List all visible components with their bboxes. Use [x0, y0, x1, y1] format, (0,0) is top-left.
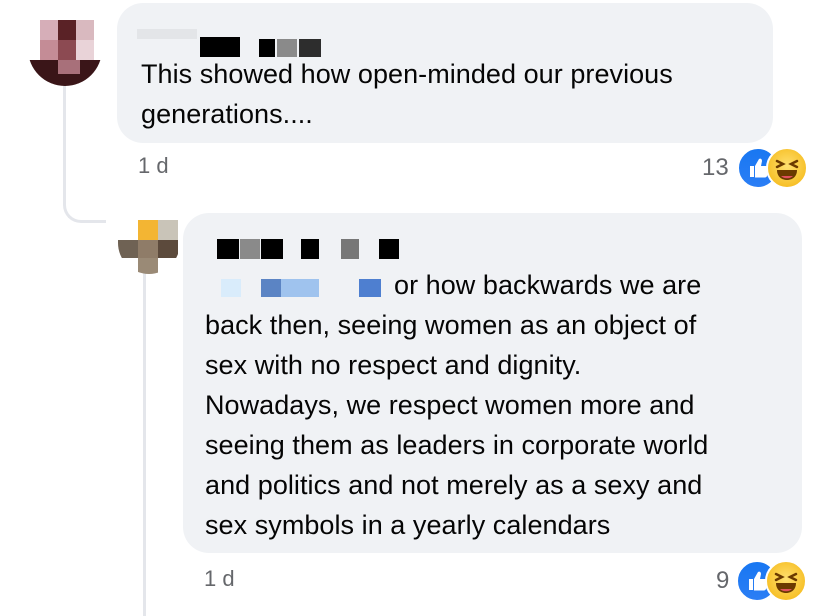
avatar-pixel: [138, 258, 158, 274]
author-name-redacted[interactable]: [379, 239, 399, 259]
avatar-pixel: [138, 240, 158, 258]
haha-icon[interactable]: [766, 147, 808, 189]
avatar-pixel: [40, 20, 58, 40]
author-name-redacted[interactable]: [137, 29, 197, 39]
avatar-pixel: [76, 40, 94, 60]
haha-icon[interactable]: [765, 560, 807, 602]
comment-timestamp[interactable]: 1 d: [138, 153, 169, 179]
avatar-pixel: [40, 40, 58, 60]
avatar-pixel: [138, 220, 158, 240]
thread-line-reply: [143, 268, 146, 616]
reaction-count[interactable]: 13: [702, 154, 729, 182]
reply-timestamp[interactable]: 1 d: [204, 566, 235, 592]
reply-text: or how backwards we are back then, seein…: [205, 270, 709, 540]
author-name-redacted[interactable]: [341, 239, 359, 259]
author-name-redacted[interactable]: [240, 239, 260, 259]
avatar[interactable]: [118, 212, 180, 274]
avatar-pixel: [158, 240, 178, 258]
avatar-pixel: [76, 20, 94, 40]
author-name-redacted[interactable]: [261, 239, 283, 259]
thread-line-main: [63, 85, 66, 205]
author-name-redacted[interactable]: [217, 239, 239, 259]
thread-line-curve: [63, 200, 106, 223]
author-name-redacted[interactable]: [301, 239, 319, 259]
avatar[interactable]: [28, 10, 102, 86]
avatar-pixel: [158, 220, 178, 240]
reaction-count[interactable]: 9: [716, 567, 729, 595]
comment-text: This showed how open-minded our previous…: [141, 59, 673, 129]
avatar-pixel: [118, 240, 138, 258]
reply-bubble: or how backwards we are back then, seein…: [183, 213, 802, 553]
avatar-pixel: [58, 20, 76, 40]
avatar-pixel: [58, 60, 80, 74]
comment-bubble: This showed how open-minded our previous…: [117, 3, 773, 143]
avatar-pixel: [58, 40, 76, 60]
